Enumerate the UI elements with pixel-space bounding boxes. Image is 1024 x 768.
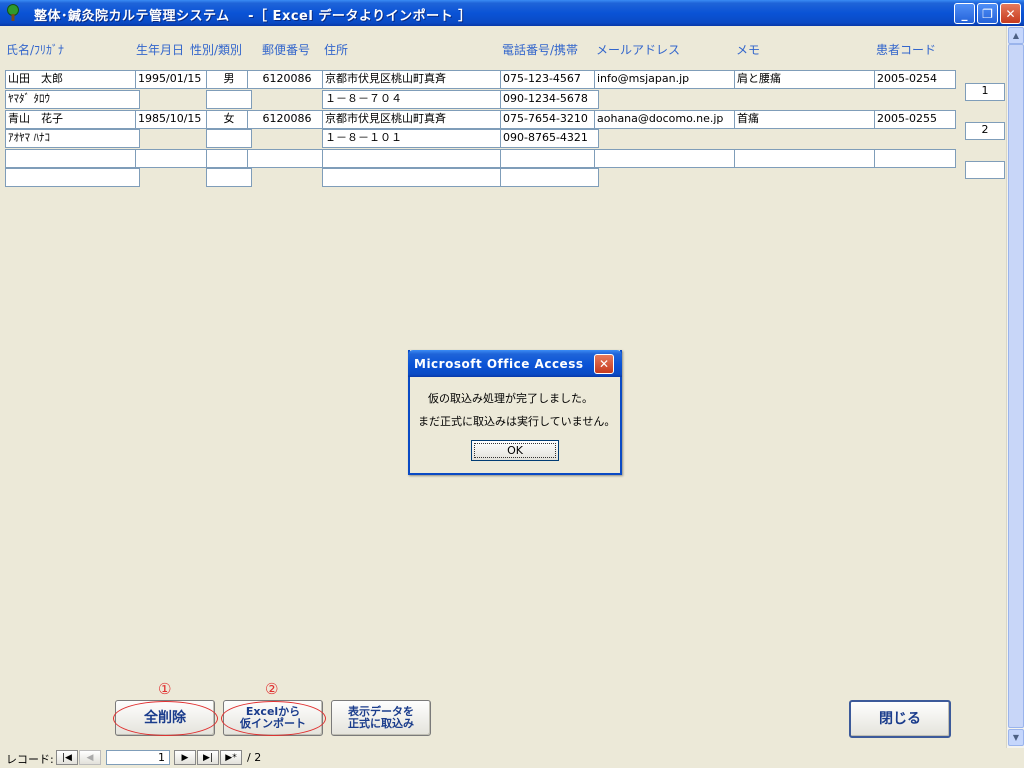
phone-field[interactable]: 075-7654-3210: [500, 110, 599, 129]
dialog-message-2: まだ正式に取込みは実行していません。: [418, 415, 616, 428]
new-address-field[interactable]: [322, 149, 505, 168]
memo-field[interactable]: 首痛: [734, 110, 878, 129]
step-marker-1: ①: [158, 680, 172, 698]
email-field[interactable]: info@msjapan.jp: [594, 70, 739, 89]
new-patient-code-field[interactable]: [874, 149, 956, 168]
delete-all-button[interactable]: 全削除: [115, 700, 215, 736]
import-temp-label-2: 仮インポート: [240, 717, 306, 730]
dialog-title-bar[interactable]: Microsoft Office Access ✕: [408, 350, 622, 377]
kana-field[interactable]: ﾔﾏﾀﾞ ﾀﾛｳ: [5, 90, 140, 109]
patient-code-field[interactable]: 2005-0255: [874, 110, 956, 129]
scroll-up-arrow[interactable]: ▲: [1008, 27, 1024, 44]
header-phone: 電話番号/携帯: [502, 43, 579, 57]
header-memo: メモ: [736, 43, 761, 57]
header-birth: 生年月日: [136, 43, 185, 57]
new-record-button[interactable]: ▶*: [220, 750, 242, 765]
new-type-field[interactable]: [206, 168, 252, 187]
new-gender-field[interactable]: [206, 149, 252, 168]
kana-field[interactable]: ｱｵﾔﾏ ﾊﾅｺ: [5, 129, 140, 148]
new-phone-field[interactable]: [500, 149, 599, 168]
zip-field[interactable]: 6120086: [247, 110, 327, 129]
gender-field[interactable]: 女: [206, 110, 252, 129]
type-field[interactable]: [206, 129, 252, 148]
mobile-field[interactable]: 090-8765-4321: [500, 129, 599, 148]
new-zip-field[interactable]: [247, 149, 327, 168]
record-total: / 2: [247, 751, 262, 764]
vertical-scrollbar[interactable]: ▲ ▼: [1006, 26, 1024, 748]
scroll-down-arrow[interactable]: ▼: [1008, 729, 1024, 746]
import-final-button[interactable]: 表示データを 正式に取込み: [331, 700, 431, 736]
name-field[interactable]: 青山 花子: [5, 110, 140, 129]
ok-button[interactable]: OK: [471, 440, 559, 461]
new-address2-field[interactable]: [322, 168, 505, 187]
header-gender: 性別/類別: [190, 43, 243, 57]
record-number: 1: [965, 83, 1005, 101]
dialog-message-1: 仮の取込み処理が完了しました。: [428, 392, 593, 405]
gender-field[interactable]: 男: [206, 70, 252, 89]
record-navigator: レコード: |◀ ◀ 1 ▶ ▶| ▶* / 2: [0, 748, 1024, 768]
memo-field[interactable]: 肩と腰痛: [734, 70, 878, 89]
next-record-button[interactable]: ▶: [174, 750, 196, 765]
close-button-label: 閉じる: [879, 711, 921, 727]
patient-code-field[interactable]: 2005-0254: [874, 70, 956, 89]
tree-icon: [7, 4, 19, 21]
header-code: 患者コード: [876, 43, 937, 57]
header-address: 住所: [324, 43, 349, 57]
minimize-button[interactable]: _: [954, 3, 975, 24]
address-field[interactable]: 京都市伏見区桃山町真斉: [322, 110, 505, 129]
close-button[interactable]: 閉じる: [849, 700, 951, 738]
new-birth-field[interactable]: [135, 149, 210, 168]
record-number-new: [965, 161, 1005, 179]
prev-record-button[interactable]: ◀: [79, 750, 101, 765]
birth-field[interactable]: 1985/10/15: [135, 110, 210, 129]
current-record-input[interactable]: 1: [106, 750, 170, 765]
delete-all-label: 全削除: [144, 710, 186, 726]
restore-button[interactable]: ❐: [977, 3, 998, 24]
address2-field[interactable]: １－８－７０４: [322, 90, 505, 109]
new-email-field[interactable]: [594, 149, 739, 168]
record-label: レコード:: [6, 753, 54, 766]
step-marker-2: ②: [265, 680, 279, 698]
close-window-button[interactable]: ✕: [1000, 3, 1021, 24]
new-memo-field[interactable]: [734, 149, 878, 168]
zip-field[interactable]: 6120086: [247, 70, 327, 89]
address-field[interactable]: 京都市伏見区桃山町真斉: [322, 70, 505, 89]
scroll-thumb[interactable]: [1008, 44, 1024, 728]
birth-field[interactable]: 1995/01/15: [135, 70, 210, 89]
dialog-title: Microsoft Office Access: [414, 357, 584, 371]
mobile-field[interactable]: 090-1234-5678: [500, 90, 599, 109]
window-title: 整体･鍼灸院カルテ管理システム -［ Excel データよりインポート ］: [34, 9, 472, 24]
header-zip: 郵便番号: [262, 43, 311, 57]
window-title-bar[interactable]: 整体･鍼灸院カルテ管理システム -［ Excel データよりインポート ］ _ …: [0, 0, 1024, 26]
dialog-close-button[interactable]: ✕: [594, 354, 614, 374]
last-record-button[interactable]: ▶|: [197, 750, 219, 765]
address2-field[interactable]: １－８－１０１: [322, 129, 505, 148]
phone-field[interactable]: 075-123-4567: [500, 70, 599, 89]
header-name: 氏名/ﾌﾘｶﾞﾅ: [6, 43, 65, 57]
new-kana-field[interactable]: [5, 168, 140, 187]
message-dialog: Microsoft Office Access ✕ 仮の取込み処理が完了しました…: [408, 350, 622, 475]
header-email: メールアドレス: [596, 43, 681, 57]
import-final-label-2: 正式に取込み: [348, 717, 414, 730]
new-mobile-field[interactable]: [500, 168, 599, 187]
name-field[interactable]: 山田 太郎: [5, 70, 140, 89]
new-name-field[interactable]: [5, 149, 140, 168]
email-field[interactable]: aohana@docomo.ne.jp: [594, 110, 739, 129]
type-field[interactable]: [206, 90, 252, 109]
import-temp-button[interactable]: Excelから 仮インポート: [223, 700, 323, 736]
first-record-button[interactable]: |◀: [56, 750, 78, 765]
record-number: 2: [965, 122, 1005, 140]
